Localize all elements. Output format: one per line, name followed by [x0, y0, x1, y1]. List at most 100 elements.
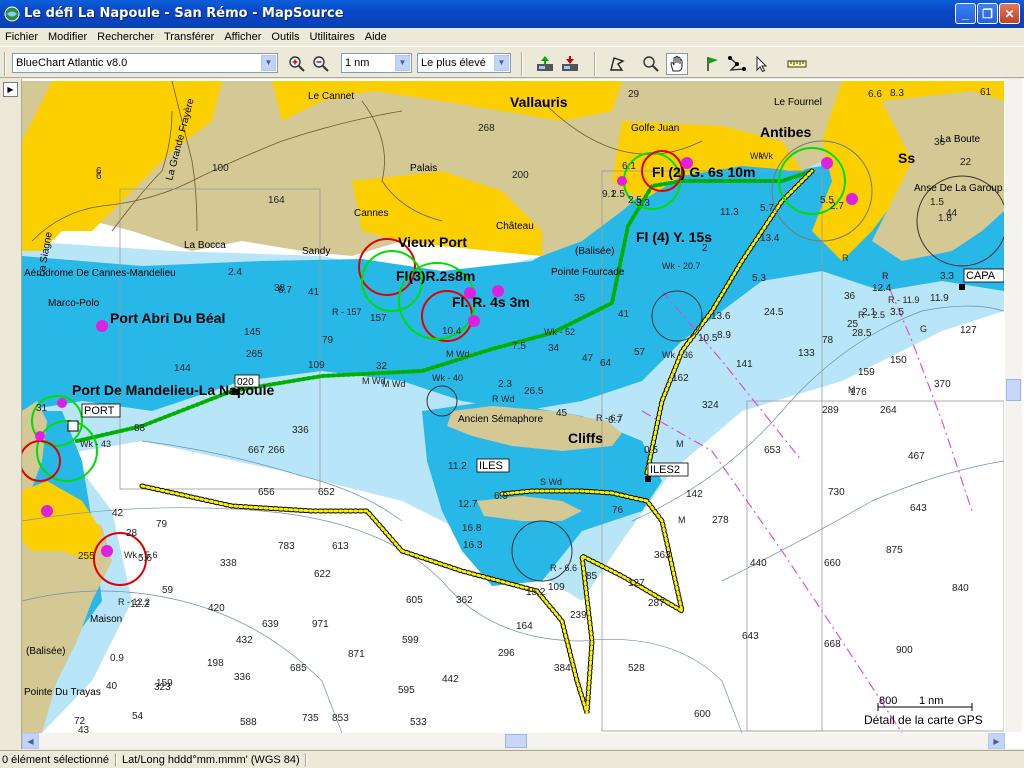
depth-sounding: 11.9 [930, 293, 949, 304]
depth-sounding: 16.3 [463, 540, 483, 551]
waypoint-iles-label: ILES [479, 460, 503, 472]
depth-sounding: 200 [512, 170, 529, 181]
chevron-down-icon[interactable]: ▼ [261, 55, 276, 71]
depth-sounding: 100 [212, 163, 229, 174]
close-icon: ✕ [1004, 6, 1015, 21]
depth-sounding: 730 [828, 487, 845, 498]
zoom-in-button[interactable] [286, 53, 308, 75]
menu-utilitaires[interactable]: Utilitaires [305, 31, 360, 43]
zoom-out-button[interactable] [310, 53, 332, 75]
nautical-chart-map[interactable]: Vallauris Antibes Vieux Port Port Abri D… [22, 81, 1004, 733]
select-tool-button[interactable] [606, 53, 628, 75]
depth-sounding: 362 [456, 595, 473, 606]
vertical-scrollbar[interactable] [1005, 79, 1022, 732]
window-title: Le défi La Napoule - San Rémo - MapSourc… [24, 6, 344, 21]
zoom-tool-button[interactable] [640, 53, 662, 75]
pointer-tool-icon [756, 55, 768, 73]
coordinate-format-status: Lat/Long hddd°mm.mmm' (WGS 84) [122, 754, 300, 766]
depth-sounding: 289 [822, 405, 839, 416]
menu-outils[interactable]: Outils [266, 31, 304, 43]
receive-from-device-button[interactable] [559, 53, 581, 75]
scroll-right-button[interactable]: ▶ [988, 733, 1005, 749]
depth-sounding: 150 [890, 355, 907, 366]
depth-sounding: 6.1 [622, 161, 636, 172]
menu-transferer[interactable]: Transférer [159, 31, 219, 43]
depth-sounding: 159 [858, 367, 875, 378]
depth-sounding: 164 [268, 195, 285, 206]
depth-sounding: 2.3 [498, 379, 512, 390]
place-pointe-du-trayas: Pointe Du Trayas [24, 687, 101, 698]
depth-sounding: 338 [220, 558, 237, 569]
chart-annotation: R - 2.5 [858, 310, 885, 320]
restore-button[interactable]: ❐ [977, 3, 998, 24]
waypoint-tool-button[interactable] [701, 53, 723, 75]
depth-sounding: 36 [934, 137, 946, 148]
depth-sounding: 599 [402, 635, 419, 646]
chevron-down-icon[interactable]: ▼ [395, 55, 410, 71]
chart-annotation: R - 6.6 [550, 563, 577, 573]
depth-sounding: 28 [126, 528, 138, 539]
depth-sounding: 57 [634, 347, 646, 358]
menu-aide[interactable]: Aide [360, 31, 392, 43]
depth-sounding: 133 [798, 348, 815, 359]
detail-level-value: Le plus élevé [421, 57, 486, 69]
horizontal-scroll-thumb[interactable] [505, 734, 527, 748]
depth-sounding: 32 [376, 361, 388, 372]
measure-tool-button[interactable] [786, 53, 808, 75]
zoom-in-icon [289, 56, 305, 72]
depth-sounding: 639 [262, 619, 279, 630]
menu-fichier[interactable]: Fichier [0, 31, 43, 43]
depth-sounding: 127 [628, 578, 645, 589]
scroll-left-button[interactable]: ◀ [22, 733, 39, 749]
route-tool-button[interactable] [726, 53, 748, 75]
toolbar-grip[interactable] [4, 52, 6, 76]
depth-sounding: 10.5 [698, 333, 718, 344]
arrow-right-icon: ▶ [993, 736, 1000, 746]
chevron-down-icon[interactable]: ▼ [494, 55, 509, 71]
depth-sounding: 141 [736, 359, 753, 370]
detail-level-select[interactable]: Le plus élevé ▼ [417, 53, 511, 73]
chart-annotation: R [882, 271, 889, 281]
scale-bar-value: 800 [879, 695, 897, 707]
place-le-fournel: Le Fournel [774, 97, 822, 108]
depth-sounding: 442 [442, 674, 459, 685]
depth-sounding: 324 [702, 400, 719, 411]
menu-modifier[interactable]: Modifier [43, 31, 92, 43]
depth-sounding: 35 [574, 293, 586, 304]
depth-sounding: 145 [244, 327, 261, 338]
menu-afficher[interactable]: Afficher [219, 31, 266, 43]
depth-sounding: 440 [750, 558, 767, 569]
place-vieux-port: Vieux Port [398, 234, 467, 250]
depth-sounding: 109 [308, 360, 325, 371]
light-label-flr: Fl. R. 4s 3m [452, 294, 530, 310]
depth-sounding: 287 [648, 598, 665, 609]
depth-sounding: 528 [628, 663, 645, 674]
chart-annotation: M Wd [446, 349, 470, 359]
depth-sounding: 59 [162, 585, 174, 596]
horizontal-scrollbar[interactable]: ◀ ▶ [22, 733, 1005, 749]
map-product-select[interactable]: BlueChart Atlantic v8.0 ▼ [12, 53, 278, 73]
chart-annotation: Wk - 40 [432, 373, 463, 383]
send-to-device-button[interactable] [534, 53, 556, 75]
send-to-device-icon [537, 56, 553, 71]
depth-sounding: 3.5 [890, 307, 904, 318]
chart-annotation: G [920, 324, 927, 334]
menu-rechercher[interactable]: Rechercher [92, 31, 159, 43]
depth-sounding: 668 [824, 639, 841, 650]
depth-sounding: 8.3 [890, 88, 904, 99]
title-bar[interactable]: Le défi La Napoule - San Rémo - MapSourc… [0, 0, 1024, 28]
depth-sounding: 10.4 [442, 326, 462, 337]
vertical-scroll-thumb[interactable] [1006, 379, 1021, 401]
close-button[interactable]: ✕ [999, 3, 1020, 24]
pointer-tool-button[interactable] [751, 53, 773, 75]
depth-sounding: 605 [406, 595, 423, 606]
expand-panel-button[interactable]: ▶ [3, 82, 18, 97]
place-la-bocca: La Bocca [184, 240, 226, 251]
zoom-scale-select[interactable]: 1 nm ▼ [341, 53, 412, 73]
pan-tool-button[interactable] [666, 53, 688, 75]
depth-sounding: 26.5 [524, 386, 544, 397]
mapsource-app-icon[interactable] [4, 6, 20, 22]
depth-sounding: 268 [478, 123, 495, 134]
minimize-button[interactable]: _ [955, 3, 976, 24]
depth-sounding: 660 [824, 558, 841, 569]
